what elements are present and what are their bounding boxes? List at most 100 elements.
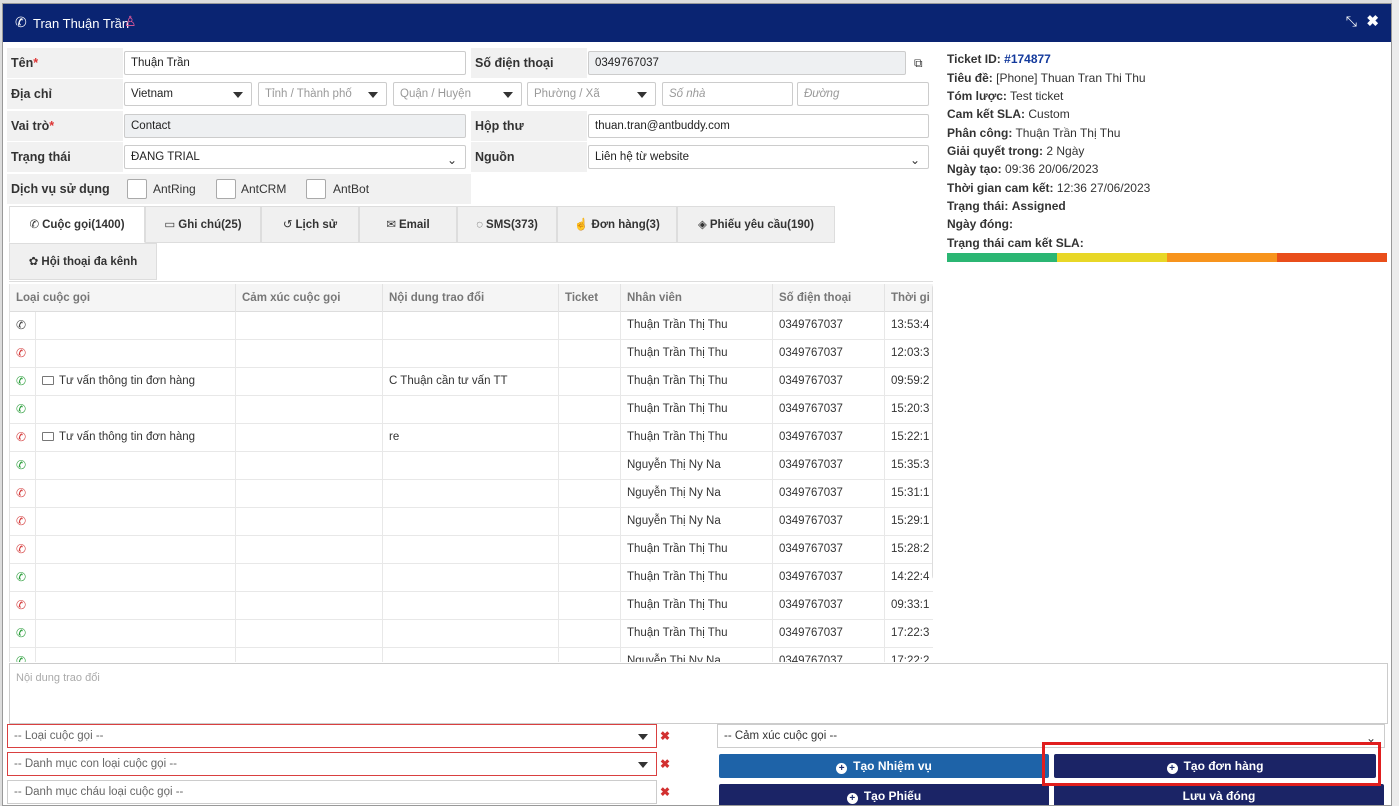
table-row[interactable]: ✆ Thuận Trần Thị Thu 0349767037 15:28:2 [10, 536, 933, 564]
table-row[interactable]: ✆ Thuận Trần Thị Thu 0349767037 15:20:3 [10, 396, 933, 424]
table-row[interactable]: ✆ Thuận Trần Thị Thu 0349767037 14:22:4 [10, 564, 933, 592]
table-row[interactable]: ✆ Thuận Trần Thị Thu 0349767037 13:53:4 [10, 312, 933, 340]
table-row[interactable]: ✆ Thuận Trần Thị Thu 0349767037 12:03:3 [10, 340, 933, 368]
house-number-input[interactable]: Số nhà [662, 82, 793, 106]
phone-icon: ✆ [15, 14, 27, 30]
sla-segment [1167, 253, 1277, 262]
call-direction-cell: ✆ [10, 452, 36, 480]
create-ticket-button[interactable]: + Tạo Phiếu [719, 784, 1049, 805]
phone-input[interactable]: 0349767037 [588, 51, 906, 75]
tab-calls[interactable]: ✆ Cuộc gọi(1400) [9, 206, 145, 243]
ticket-sla-label: Cam kết SLA: [947, 107, 1026, 121]
province-select[interactable]: Tỉnh / Thành phố [258, 82, 387, 106]
col-call-type[interactable]: Loại cuộc gọi [10, 284, 236, 312]
call-subcategory-select[interactable]: -- Danh mục con loại cuộc gọi -- [7, 752, 657, 776]
ticket-id-link[interactable]: #174877 [1004, 52, 1051, 66]
table-row[interactable]: ✆ Nguyễn Thị Ny Na 0349767037 15:35:3 [10, 452, 933, 480]
table-row[interactable]: ✆ Nguyễn Thị Ny Na 0349767037 17:22:2 [10, 648, 933, 662]
ticket-created: 09:36 20/06/2023 [1005, 162, 1099, 176]
plus-icon: + [846, 793, 858, 804]
district-select[interactable]: Quận / Huyện [393, 82, 522, 106]
sla-progress-bar [947, 253, 1387, 262]
col-phone[interactable]: Số điện thoại [773, 284, 885, 312]
source-select[interactable]: Liên hệ từ website ⌄ [588, 145, 929, 169]
tab-sms[interactable]: ◌ SMS(373) [457, 206, 557, 243]
staff-cell: Nguyễn Thị Ny Na [621, 508, 773, 536]
emotion-cell [236, 312, 383, 340]
ticket-sla-status-label: Trạng thái cam kết SLA: [947, 236, 1084, 250]
phone-cell: 0349767037 [773, 368, 885, 396]
call-type-select[interactable]: -- Loại cuộc gọi -- [7, 724, 657, 748]
content-cell [383, 452, 559, 480]
tab-history[interactable]: ↺ Lịch sử [261, 206, 359, 243]
emotion-cell [236, 368, 383, 396]
call-type-cell [36, 564, 236, 592]
ward-select[interactable]: Phường / Xã [527, 82, 656, 106]
outgoing-call-icon: ✆ [16, 598, 27, 612]
col-ticket[interactable]: Ticket [559, 284, 621, 312]
call-direction-cell: ✆ [10, 480, 36, 508]
email-input[interactable]: thuan.tran@antbuddy.com [588, 114, 929, 138]
call-type-cell [36, 620, 236, 648]
source-label: Nguồn [471, 142, 587, 172]
call-type-cell [36, 312, 236, 340]
tab-notes[interactable]: ▭ Ghi chú(25) [145, 206, 261, 243]
ticket-id-label: Ticket ID: [947, 52, 1001, 66]
name-input[interactable]: Thuận Trần [124, 51, 466, 75]
call-icon: ✆ [16, 318, 27, 332]
phone-cell: 0349767037 [773, 592, 885, 620]
call-type-cell [36, 536, 236, 564]
tab-orders[interactable]: ☝ Đơn hàng(3) [557, 206, 677, 243]
staff-cell: Thuận Trần Thị Thu [621, 620, 773, 648]
staff-cell: Thuận Trần Thị Thu [621, 340, 773, 368]
table-row[interactable]: ✆ Tư vấn thông tin đơn hàng C Thuận cần tư… [10, 368, 933, 396]
address-label: Địa chỉ [7, 79, 123, 109]
create-task-button[interactable]: + Tạo Nhiệm vụ [719, 754, 1049, 778]
name-label: Tên* [7, 48, 123, 78]
phone-cell: 0349767037 [773, 536, 885, 564]
call-type-cell [36, 592, 236, 620]
street-input[interactable]: Đường [797, 82, 929, 106]
role-input[interactable]: Contact [124, 114, 466, 138]
save-close-button[interactable]: Lưu và đóng [1054, 784, 1384, 805]
antcrm-checkbox[interactable] [216, 179, 236, 199]
tab-omnichannel[interactable]: ✿ Hội thoại đa kênh [9, 243, 157, 280]
copy-icon[interactable]: ⧉ [914, 56, 923, 71]
antbot-checkbox[interactable] [306, 179, 326, 199]
table-row[interactable]: ✆ Nguyễn Thị Ny Na 0349767037 15:29:1 [10, 508, 933, 536]
minimize-icon[interactable]: ⤡ [1346, 13, 1357, 30]
table-scrollbar[interactable] [932, 284, 933, 580]
table-row[interactable]: ✆ Tư vấn thông tin đơn hàng re Thuận Trần T… [10, 424, 933, 452]
staff-cell: Nguyễn Thị Ny Na [621, 648, 773, 662]
tab-email[interactable]: ✉ Email [359, 206, 457, 243]
table-row[interactable]: ✆ Thuận Trần Thị Thu 0349767037 09:33:1 [10, 592, 933, 620]
col-emotion[interactable]: Cảm xúc cuộc gọi [236, 284, 383, 312]
call-direction-cell: ✆ [10, 536, 36, 564]
note-placeholder: Nội dung trao đổi [16, 672, 100, 684]
ticket-status: Assigned [1011, 199, 1066, 213]
emotion-cell [236, 620, 383, 648]
col-time[interactable]: Thời gi [885, 284, 933, 312]
table-row[interactable]: ✆ Thuận Trần Thị Thu 0349767037 17:22:3 [10, 620, 933, 648]
country-select[interactable]: Vietnam [124, 82, 252, 106]
clear-subcategory-icon[interactable]: ✖ [660, 757, 670, 771]
call-direction-cell: ✆ [10, 508, 36, 536]
table-row[interactable]: ✆ Nguyễn Thị Ny Na 0349767037 15:31:1 [10, 480, 933, 508]
call-direction-cell: ✆ [10, 648, 36, 662]
clear-call-type-icon[interactable]: ✖ [660, 729, 670, 743]
tab-tickets[interactable]: ◈ Phiếu yêu cầu(190) [677, 206, 835, 243]
clear-subsubcategory-icon[interactable]: ✖ [660, 785, 670, 799]
call-subsubcategory-select[interactable]: -- Danh mục cháu loại cuộc gọi -- [7, 780, 657, 804]
note-textarea[interactable]: Nội dung trao đổi [9, 663, 1388, 724]
close-icon[interactable]: ✖ [1366, 12, 1379, 30]
col-content[interactable]: Nội dung trao đổi [383, 284, 559, 312]
content-cell [383, 312, 559, 340]
sms-icon: ◌ [476, 219, 484, 231]
antring-checkbox[interactable] [127, 179, 147, 199]
calls-table: Loại cuộc gọi Cảm xúc cuộc gọi Nội dung … [9, 284, 933, 662]
col-staff[interactable]: Nhân viên [621, 284, 773, 312]
staff-cell: Thuận Trần Thị Thu [621, 564, 773, 592]
status-select[interactable]: ĐANG TRIAL ⌄ [124, 145, 466, 169]
time-cell: 14:22:4 [891, 571, 930, 583]
call-direction-cell: ✆ [10, 564, 36, 592]
